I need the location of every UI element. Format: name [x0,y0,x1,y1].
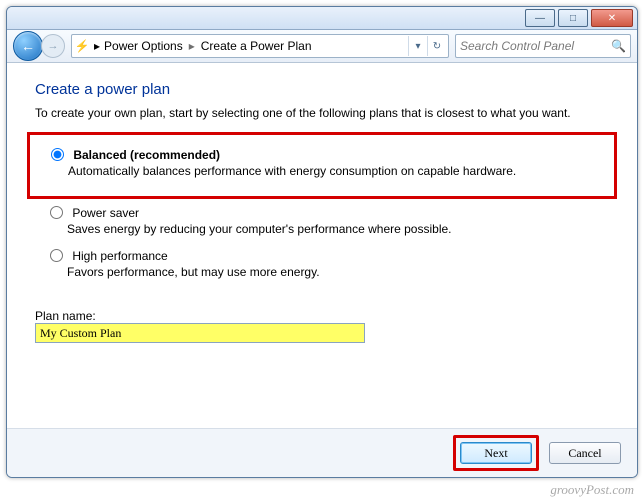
address-dropdown-button[interactable]: ▾ [408,36,427,56]
breadcrumb: Power Options ▸ Create a Power Plan [104,39,404,53]
close-button[interactable]: ✕ [591,9,633,27]
search-placeholder: Search Control Panel [460,39,574,53]
refresh-button[interactable]: ↻ [427,36,446,56]
toolbar: ← → ⚡ ▸ Power Options ▸ Create a Power P… [7,30,637,63]
window: — □ ✕ ← → ⚡ ▸ Power Options ▸ Create a P… [6,6,638,478]
search-icon: 🔍 [611,39,626,53]
option-balanced-title: Balanced (recommended) [73,148,220,162]
nav-forward-button[interactable]: → [41,34,65,58]
option-powersaver-desc: Saves energy by reducing your computer's… [67,222,609,236]
cancel-button[interactable]: Cancel [549,442,621,464]
titlebar: — □ ✕ [7,7,637,30]
highlight-balanced: Balanced (recommended) Automatically bal… [27,132,617,199]
radio-powersaver[interactable] [50,206,63,219]
option-balanced-desc: Automatically balances performance with … [68,164,608,178]
plan-name-label: Plan name: [35,309,609,323]
power-icon: ⚡ [74,38,90,54]
next-button[interactable]: Next [460,442,532,464]
option-highperf-desc: Favors performance, but may use more ene… [67,265,609,279]
breadcrumb-create-plan[interactable]: Create a Power Plan [201,39,312,53]
plan-name-input[interactable] [35,323,365,343]
breadcrumb-sep: ▸ [189,39,195,53]
option-powersaver[interactable]: Power saver Saves energy by reducing you… [45,203,609,236]
option-powersaver-title: Power saver [72,206,139,220]
watermark: groovyPost.com [550,482,634,498]
page-intro: To create your own plan, start by select… [35,106,609,120]
content-area: Create a power plan To create your own p… [7,63,637,343]
button-bar: Next Cancel [7,428,637,477]
highlight-next: Next [453,435,539,471]
search-input[interactable]: Search Control Panel 🔍 [455,34,631,58]
address-bar[interactable]: ⚡ ▸ Power Options ▸ Create a Power Plan … [71,34,449,58]
minimize-button[interactable]: — [525,9,555,27]
nav-back-button[interactable]: ← [13,31,43,61]
maximize-button[interactable]: □ [558,9,588,27]
radio-highperf[interactable] [50,249,63,262]
option-highperf[interactable]: High performance Favors performance, but… [45,246,609,279]
breadcrumb-sep: ▸ [94,39,100,53]
option-highperf-title: High performance [72,249,167,263]
radio-balanced[interactable] [51,148,64,161]
page-title: Create a power plan [35,81,609,98]
option-balanced[interactable]: Balanced (recommended) Automatically bal… [46,145,608,178]
breadcrumb-power-options[interactable]: Power Options [104,39,183,53]
